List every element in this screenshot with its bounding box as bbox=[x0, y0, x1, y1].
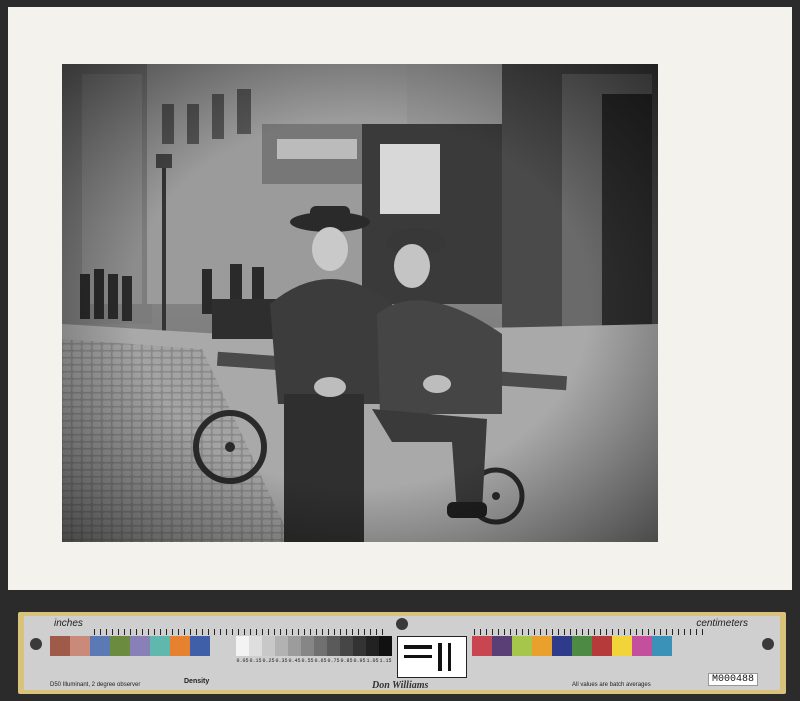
color-patch bbox=[130, 636, 150, 656]
gray-patch bbox=[275, 636, 288, 656]
color-patch bbox=[612, 636, 632, 656]
density-value: 1.15 bbox=[379, 658, 392, 664]
color-patch-row-left bbox=[50, 636, 210, 656]
color-patch bbox=[512, 636, 532, 656]
illuminant-note: D50 Illuminant, 2 degree observer bbox=[50, 682, 141, 688]
gray-scale-patches bbox=[236, 636, 392, 656]
registration-hole-center bbox=[396, 618, 408, 630]
gray-patch bbox=[236, 636, 249, 656]
gray-patch bbox=[353, 636, 366, 656]
inch-ruler bbox=[94, 629, 384, 635]
color-patch-row-right bbox=[472, 636, 672, 656]
density-value: 0.25 bbox=[262, 658, 275, 664]
historical-photograph bbox=[62, 64, 658, 542]
batch-note: All values are batch averages bbox=[572, 682, 651, 688]
calibration-strip: inches centimeters 0.05 0.15 0.25 0.35 0.45 0… bbox=[24, 616, 780, 691]
color-patch bbox=[652, 636, 672, 656]
inches-label: inches bbox=[54, 618, 83, 629]
color-calibration-target: inches centimeters 0.05 0.15 0.25 0.35 0.45 0… bbox=[18, 612, 786, 694]
gray-patch bbox=[262, 636, 275, 656]
color-patch bbox=[492, 636, 512, 656]
resolution-target bbox=[397, 636, 467, 678]
photo-mount bbox=[8, 7, 792, 590]
density-value: 0.05 bbox=[236, 658, 249, 664]
density-value: 0.15 bbox=[249, 658, 262, 664]
gray-patch bbox=[327, 636, 340, 656]
density-value: 0.45 bbox=[288, 658, 301, 664]
color-patch bbox=[532, 636, 552, 656]
color-patch bbox=[632, 636, 652, 656]
density-value: 0.75 bbox=[327, 658, 340, 664]
gray-patch bbox=[288, 636, 301, 656]
color-patch bbox=[50, 636, 70, 656]
registration-hole-right bbox=[762, 638, 774, 650]
density-value: 0.35 bbox=[275, 658, 288, 664]
gray-patch bbox=[366, 636, 379, 656]
color-patch bbox=[110, 636, 130, 656]
density-value: 0.85 bbox=[340, 658, 353, 664]
color-patch bbox=[572, 636, 592, 656]
density-value: 0.65 bbox=[314, 658, 327, 664]
color-patch bbox=[90, 636, 110, 656]
gray-patch bbox=[379, 636, 392, 656]
gray-patch bbox=[314, 636, 327, 656]
density-label: Density bbox=[184, 678, 210, 685]
color-patch bbox=[472, 636, 492, 656]
color-patch bbox=[552, 636, 572, 656]
density-value: 0.95 bbox=[353, 658, 366, 664]
gray-patch bbox=[301, 636, 314, 656]
density-values: 0.05 0.15 0.25 0.35 0.45 0.55 0.65 0.75 0.85 0.95… bbox=[236, 658, 392, 664]
registration-hole-left bbox=[30, 638, 42, 650]
gray-patch bbox=[249, 636, 262, 656]
color-patch bbox=[592, 636, 612, 656]
catalog-id: M000488 bbox=[707, 673, 758, 686]
centimeter-ruler bbox=[474, 629, 704, 635]
color-patch bbox=[70, 636, 90, 656]
density-value: 1.05 bbox=[366, 658, 379, 664]
author-signature: Don Williams bbox=[372, 680, 429, 691]
density-value: 0.55 bbox=[301, 658, 314, 664]
color-patch bbox=[170, 636, 190, 656]
color-patch bbox=[190, 636, 210, 656]
centimeters-label: centimeters bbox=[696, 618, 748, 629]
gray-patch bbox=[340, 636, 353, 656]
color-patch bbox=[150, 636, 170, 656]
